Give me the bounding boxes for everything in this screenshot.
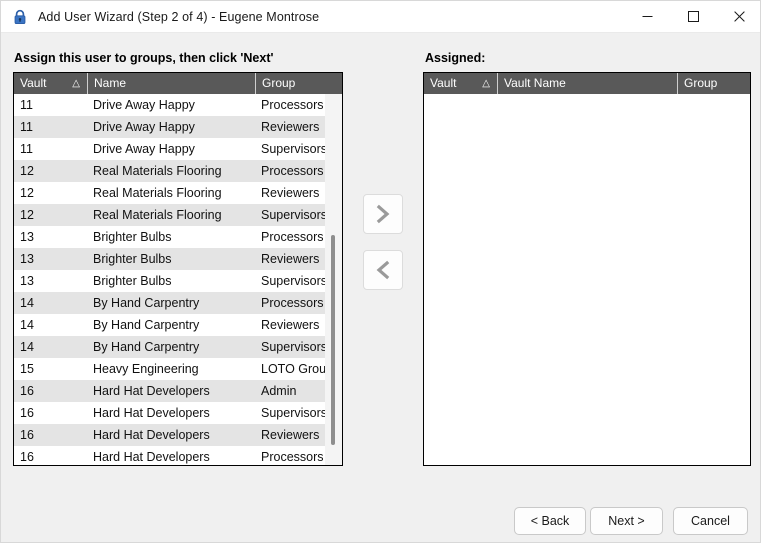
assigned-column-header-group[interactable]: Group	[677, 73, 750, 94]
cell-vault: 16	[20, 428, 34, 442]
assigned-list-header: Vault △ Vault Name Group	[424, 73, 750, 94]
table-row[interactable]: 11 Drive Away Happy Supervisors	[14, 138, 342, 160]
assign-button[interactable]	[363, 194, 403, 234]
cell-vault: 13	[20, 252, 34, 266]
assigned-column-header-vault[interactable]: Vault △	[424, 73, 497, 94]
cell-name: Hard Hat Developers	[93, 384, 210, 398]
unassign-button[interactable]	[363, 250, 403, 290]
available-list-rows: 11 Drive Away Happy Processors 11 Drive Away…	[14, 94, 342, 465]
cell-name: Real Materials Flooring	[93, 208, 222, 222]
cell-vault: 13	[20, 274, 34, 288]
assigned-sort-ascending-icon: △	[482, 78, 490, 89]
close-icon	[733, 11, 745, 22]
cell-name: Hard Hat Developers	[93, 450, 210, 464]
cell-name: By Hand Carpentry	[93, 340, 200, 354]
cell-vault: 16	[20, 384, 34, 398]
table-row[interactable]: 11 Drive Away Happy Processors	[14, 94, 342, 116]
cell-name: Brighter Bulbs	[93, 252, 172, 266]
chevron-right-icon	[376, 204, 390, 224]
cell-name: Real Materials Flooring	[93, 164, 222, 178]
table-row[interactable]: 11 Drive Away Happy Reviewers	[14, 116, 342, 138]
table-row[interactable]: 14 By Hand Carpentry Supervisors	[14, 336, 342, 358]
maximize-button[interactable]	[670, 1, 716, 33]
cell-vault: 16	[20, 406, 34, 420]
cell-name: By Hand Carpentry	[93, 296, 200, 310]
cell-vault: 14	[20, 296, 34, 310]
column-header-group-label: Group	[262, 76, 296, 90]
table-row[interactable]: 16 Hard Hat Developers Processors	[14, 446, 342, 465]
window-controls	[624, 1, 760, 33]
cell-vault: 12	[20, 164, 34, 178]
table-row[interactable]: 14 By Hand Carpentry Processors	[14, 292, 342, 314]
cell-vault: 13	[20, 230, 34, 244]
column-header-name[interactable]: Name	[87, 73, 255, 94]
sort-ascending-icon: △	[72, 78, 80, 89]
table-row[interactable]: 12 Real Materials Flooring Reviewers	[14, 182, 342, 204]
next-button[interactable]: Next >	[590, 507, 663, 535]
back-button[interactable]: < Back	[514, 507, 586, 535]
title-bar: Add User Wizard (Step 2 of 4) - Eugene M…	[1, 1, 760, 33]
cell-name: Brighter Bulbs	[93, 274, 172, 288]
cell-name: Drive Away Happy	[93, 98, 195, 112]
table-row[interactable]: 13 Brighter Bulbs Supervisors	[14, 270, 342, 292]
table-row[interactable]: 16 Hard Hat Developers Supervisors	[14, 402, 342, 424]
assigned-groups-list[interactable]: Vault △ Vault Name Group	[423, 72, 751, 466]
table-row[interactable]: 16 Hard Hat Developers Reviewers	[14, 424, 342, 446]
assigned-column-header-vault-name[interactable]: Vault Name	[497, 73, 677, 94]
cell-name: Hard Hat Developers	[93, 428, 210, 442]
cell-name: Real Materials Flooring	[93, 186, 222, 200]
table-row[interactable]: 13 Brighter Bulbs Reviewers	[14, 248, 342, 270]
table-row[interactable]: 14 By Hand Carpentry Reviewers	[14, 314, 342, 336]
cell-name: By Hand Carpentry	[93, 318, 200, 332]
padlock-icon	[14, 9, 26, 24]
cell-vault: 11	[20, 142, 33, 156]
cancel-button[interactable]: Cancel	[673, 507, 748, 535]
column-header-vault[interactable]: Vault △	[14, 73, 87, 94]
column-header-group[interactable]: Group	[255, 73, 342, 94]
scrollbar-thumb[interactable]	[331, 235, 335, 445]
minimize-icon	[642, 16, 652, 17]
available-list-scrollbar[interactable]	[325, 94, 342, 465]
cell-vault: 12	[20, 208, 34, 222]
available-list-header: Vault △ Name Group	[14, 73, 342, 94]
cell-vault: 15	[20, 362, 34, 376]
close-button[interactable]	[716, 1, 760, 33]
cell-vault: 14	[20, 318, 34, 332]
table-row[interactable]: 13 Brighter Bulbs Processors	[14, 226, 342, 248]
cell-name: Brighter Bulbs	[93, 230, 172, 244]
assigned-column-header-vault-name-label: Vault Name	[504, 76, 566, 90]
cell-vault: 11	[20, 98, 33, 112]
cell-vault: 16	[20, 450, 34, 464]
available-groups-list[interactable]: Vault △ Name Group 11 Drive Away Happy Pro…	[13, 72, 343, 466]
assigned-label: Assigned:	[425, 51, 486, 65]
assigned-column-header-group-label: Group	[684, 76, 718, 90]
cell-name: Hard Hat Developers	[93, 406, 210, 420]
table-row[interactable]: 16 Hard Hat Developers Admin	[14, 380, 342, 402]
cell-vault: 11	[20, 120, 33, 134]
cell-name: Heavy Engineering	[93, 362, 199, 376]
window-title: Add User Wizard (Step 2 of 4) - Eugene M…	[38, 9, 320, 24]
table-row[interactable]: 12 Real Materials Flooring Processors	[14, 160, 342, 182]
cell-vault: 12	[20, 186, 34, 200]
chevron-left-icon	[376, 260, 390, 280]
minimize-button[interactable]	[624, 1, 670, 33]
maximize-icon	[687, 11, 699, 22]
column-header-vault-label: Vault	[20, 76, 47, 90]
table-row[interactable]: 15 Heavy Engineering LOTO Group	[14, 358, 342, 380]
cell-name: Drive Away Happy	[93, 120, 195, 134]
cell-vault: 14	[20, 340, 34, 354]
cell-name: Drive Away Happy	[93, 142, 195, 156]
column-header-name-label: Name	[94, 76, 127, 90]
assigned-column-header-vault-label: Vault	[430, 76, 457, 90]
table-row[interactable]: 12 Real Materials Flooring Supervisors	[14, 204, 342, 226]
instruction-label: Assign this user to groups, then click '…	[14, 51, 274, 65]
add-user-wizard-window: Add User Wizard (Step 2 of 4) - Eugene M…	[0, 0, 761, 543]
